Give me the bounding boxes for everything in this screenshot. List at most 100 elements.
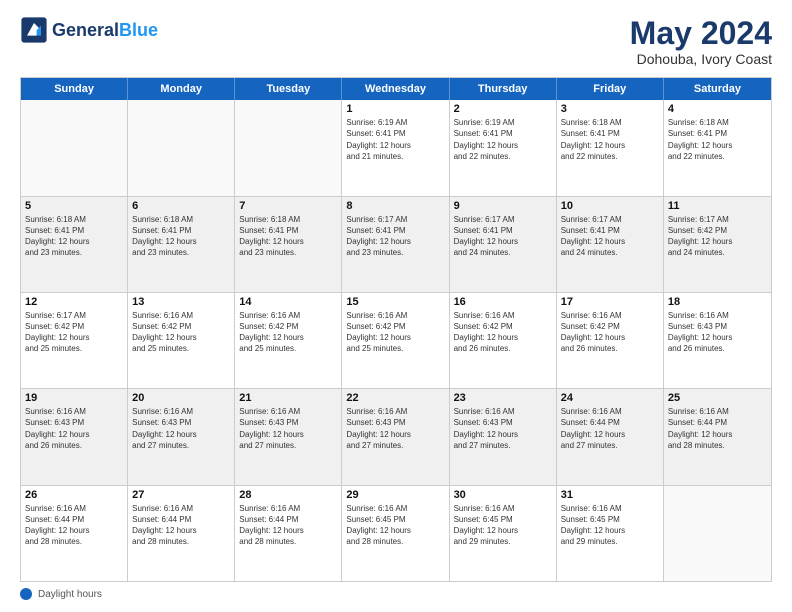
day-cell-19: 19Sunrise: 6:16 AMSunset: 6:43 PMDayligh… <box>21 389 128 484</box>
day-cell-3: 3 Sunrise: 6:18 AMSunset: 6:41 PMDaylight… <box>557 100 664 195</box>
calendar-week-4: 19Sunrise: 6:16 AMSunset: 6:43 PMDayligh… <box>21 389 771 485</box>
day-info: Sunrise: 6:16 AMSunset: 6:43 PMDaylight:… <box>239 406 337 451</box>
day-cell-21: 21 Sunrise: 6:16 AMSunset: 6:43 PMDayligh… <box>235 389 342 484</box>
day-cell-26: 26 Sunrise: 6:16 AMSunset: 6:44 PMDayligh… <box>21 486 128 581</box>
day-number: 20 <box>132 392 230 404</box>
title-block: May 2024 Dohouba, Ivory Coast <box>630 16 772 67</box>
day-info: Sunrise: 6:16 AMSunset: 6:42 PMDaylight:… <box>346 310 444 355</box>
logo: GeneralBlue <box>20 16 158 44</box>
day-number: 6 <box>132 200 230 212</box>
day-cell-9: 9 Sunrise: 6:17 AMSunset: 6:41 PMDaylight… <box>450 197 557 292</box>
day-info: Sunrise: 6:17 AMSunset: 6:42 PMDaylight:… <box>25 310 123 355</box>
calendar-body: 1Sunrise: 6:19 AMSunset: 6:41 PMDaylight… <box>21 100 771 581</box>
day-number: 16 <box>454 296 552 308</box>
day-number: 8 <box>346 200 444 212</box>
day-info: Sunrise: 6:16 AMSunset: 6:44 PMDaylight:… <box>25 503 123 548</box>
day-number: 3 <box>561 103 659 115</box>
day-info: Sunrise: 6:16 AMSunset: 6:43 PMDaylight:… <box>346 406 444 451</box>
day-info: Sunrise: 6:19 AMSunset: 6:41 PMDaylight:… <box>454 117 552 162</box>
header-cell-wednesday: Wednesday <box>342 78 449 100</box>
day-info: Sunrise: 6:16 AMSunset: 6:44 PMDaylight:… <box>561 406 659 451</box>
day-cell-4: 4 Sunrise: 6:18 AMSunset: 6:41 PMDaylight… <box>664 100 771 195</box>
header-cell-saturday: Saturday <box>664 78 771 100</box>
day-cell-11: 11Sunrise: 6:17 AMSunset: 6:42 PMDayligh… <box>664 197 771 292</box>
day-cell-23: 23Sunrise: 6:16 AMSunset: 6:43 PMDayligh… <box>450 389 557 484</box>
header: GeneralBlue May 2024 Dohouba, Ivory Coas… <box>20 16 772 67</box>
header-cell-tuesday: Tuesday <box>235 78 342 100</box>
day-info: Sunrise: 6:16 AMSunset: 6:44 PMDaylight:… <box>132 503 230 548</box>
day-number: 31 <box>561 489 659 501</box>
day-number: 25 <box>668 392 767 404</box>
day-number: 5 <box>25 200 123 212</box>
day-number: 14 <box>239 296 337 308</box>
empty-cell <box>128 100 235 195</box>
day-info: Sunrise: 6:17 AMSunset: 6:41 PMDaylight:… <box>454 214 552 259</box>
day-number: 27 <box>132 489 230 501</box>
day-cell-30: 30 Sunrise: 6:16 AMSunset: 6:45 PMDayligh… <box>450 486 557 581</box>
page: GeneralBlue May 2024 Dohouba, Ivory Coas… <box>0 0 792 612</box>
day-info: Sunrise: 6:16 AMSunset: 6:43 PMDaylight:… <box>132 406 230 451</box>
day-info: Sunrise: 6:18 AMSunset: 6:41 PMDaylight:… <box>561 117 659 162</box>
day-info: Sunrise: 6:16 AMSunset: 6:43 PMDaylight:… <box>668 310 767 355</box>
day-number: 12 <box>25 296 123 308</box>
logo-text: GeneralBlue <box>52 21 158 39</box>
day-number: 18 <box>668 296 767 308</box>
day-info: Sunrise: 6:16 AMSunset: 6:45 PMDaylight:… <box>561 503 659 548</box>
day-info: Sunrise: 6:16 AMSunset: 6:45 PMDaylight:… <box>454 503 552 548</box>
day-number: 26 <box>25 489 123 501</box>
month-title: May 2024 <box>630 16 772 51</box>
day-number: 17 <box>561 296 659 308</box>
day-info: Sunrise: 6:16 AMSunset: 6:44 PMDaylight:… <box>239 503 337 548</box>
day-info: Sunrise: 6:18 AMSunset: 6:41 PMDaylight:… <box>668 117 767 162</box>
day-cell-5: 5 Sunrise: 6:18 AMSunset: 6:41 PMDaylight… <box>21 197 128 292</box>
day-cell-25: 25Sunrise: 6:16 AMSunset: 6:44 PMDayligh… <box>664 389 771 484</box>
day-number: 28 <box>239 489 337 501</box>
day-cell-27: 27 Sunrise: 6:16 AMSunset: 6:44 PMDayligh… <box>128 486 235 581</box>
day-info: Sunrise: 6:18 AMSunset: 6:41 PMDaylight:… <box>132 214 230 259</box>
day-info: Sunrise: 6:16 AMSunset: 6:43 PMDaylight:… <box>454 406 552 451</box>
day-number: 24 <box>561 392 659 404</box>
day-number: 30 <box>454 489 552 501</box>
day-cell-8: 8 Sunrise: 6:17 AMSunset: 6:41 PMDaylight… <box>342 197 449 292</box>
day-info: Sunrise: 6:16 AMSunset: 6:42 PMDaylight:… <box>239 310 337 355</box>
logo-icon <box>20 16 48 44</box>
calendar-week-2: 5 Sunrise: 6:18 AMSunset: 6:41 PMDaylight… <box>21 197 771 293</box>
day-cell-31: 31 Sunrise: 6:16 AMSunset: 6:45 PMDayligh… <box>557 486 664 581</box>
header-cell-monday: Monday <box>128 78 235 100</box>
day-info: Sunrise: 6:17 AMSunset: 6:41 PMDaylight:… <box>346 214 444 259</box>
day-cell-24: 24 Sunrise: 6:16 AMSunset: 6:44 PMDayligh… <box>557 389 664 484</box>
calendar-week-5: 26 Sunrise: 6:16 AMSunset: 6:44 PMDayligh… <box>21 486 771 581</box>
empty-cell <box>664 486 771 581</box>
day-number: 10 <box>561 200 659 212</box>
empty-cell <box>235 100 342 195</box>
day-cell-28: 28 Sunrise: 6:16 AMSunset: 6:44 PMDayligh… <box>235 486 342 581</box>
day-cell-22: 22 Sunrise: 6:16 AMSunset: 6:43 PMDayligh… <box>342 389 449 484</box>
calendar: SundayMondayTuesdayWednesdayThursdayFrid… <box>20 77 772 582</box>
header-cell-sunday: Sunday <box>21 78 128 100</box>
day-number: 13 <box>132 296 230 308</box>
day-number: 22 <box>346 392 444 404</box>
day-cell-16: 16 Sunrise: 6:16 AMSunset: 6:42 PMDayligh… <box>450 293 557 388</box>
daylight-icon <box>20 588 32 600</box>
day-info: Sunrise: 6:16 AMSunset: 6:42 PMDaylight:… <box>454 310 552 355</box>
day-number: 15 <box>346 296 444 308</box>
day-cell-15: 15 Sunrise: 6:16 AMSunset: 6:42 PMDayligh… <box>342 293 449 388</box>
location-subtitle: Dohouba, Ivory Coast <box>630 51 772 67</box>
day-cell-12: 12 Sunrise: 6:17 AMSunset: 6:42 PMDayligh… <box>21 293 128 388</box>
day-info: Sunrise: 6:16 AMSunset: 6:42 PMDaylight:… <box>561 310 659 355</box>
day-number: 21 <box>239 392 337 404</box>
day-info: Sunrise: 6:19 AMSunset: 6:41 PMDaylight:… <box>346 117 444 162</box>
header-cell-friday: Friday <box>557 78 664 100</box>
day-cell-29: 29Sunrise: 6:16 AMSunset: 6:45 PMDayligh… <box>342 486 449 581</box>
day-number: 4 <box>668 103 767 115</box>
day-info: Sunrise: 6:18 AMSunset: 6:41 PMDaylight:… <box>239 214 337 259</box>
calendar-header: SundayMondayTuesdayWednesdayThursdayFrid… <box>21 78 771 100</box>
calendar-week-1: 1Sunrise: 6:19 AMSunset: 6:41 PMDaylight… <box>21 100 771 196</box>
day-cell-13: 13Sunrise: 6:16 AMSunset: 6:42 PMDayligh… <box>128 293 235 388</box>
day-cell-17: 17 Sunrise: 6:16 AMSunset: 6:42 PMDayligh… <box>557 293 664 388</box>
day-number: 7 <box>239 200 337 212</box>
day-info: Sunrise: 6:18 AMSunset: 6:41 PMDaylight:… <box>25 214 123 259</box>
empty-cell <box>21 100 128 195</box>
calendar-week-3: 12 Sunrise: 6:17 AMSunset: 6:42 PMDayligh… <box>21 293 771 389</box>
day-number: 9 <box>454 200 552 212</box>
